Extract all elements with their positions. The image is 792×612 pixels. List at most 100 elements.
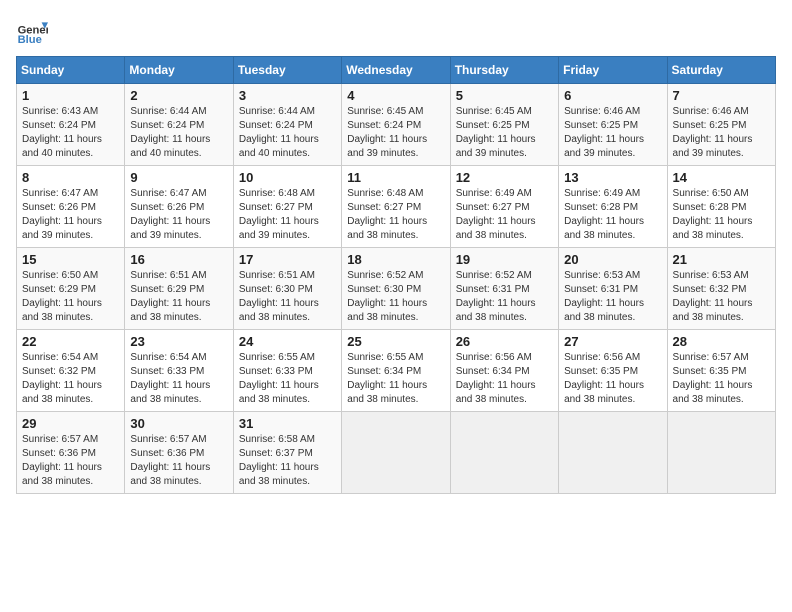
- day-info: Sunrise: 6:57 AMSunset: 6:35 PMDaylight:…: [673, 351, 770, 407]
- day-number: 30: [130, 416, 227, 431]
- day-number: 22: [22, 334, 119, 349]
- day-number: 14: [673, 170, 770, 185]
- weekday-header-wednesday: Wednesday: [342, 57, 450, 84]
- calendar-cell: 20 Sunrise: 6:53 AMSunset: 6:31 PMDaylig…: [559, 248, 667, 330]
- day-number: 28: [673, 334, 770, 349]
- day-info: Sunrise: 6:54 AMSunset: 6:33 PMDaylight:…: [130, 351, 227, 407]
- calendar-cell: 9 Sunrise: 6:47 AMSunset: 6:26 PMDayligh…: [125, 166, 233, 248]
- day-info: Sunrise: 6:55 AMSunset: 6:34 PMDaylight:…: [347, 351, 444, 407]
- day-number: 12: [456, 170, 553, 185]
- day-info: Sunrise: 6:47 AMSunset: 6:26 PMDaylight:…: [130, 187, 227, 243]
- calendar-cell: [342, 412, 450, 494]
- calendar-cell: 2 Sunrise: 6:44 AMSunset: 6:24 PMDayligh…: [125, 84, 233, 166]
- day-number: 15: [22, 252, 119, 267]
- day-info: Sunrise: 6:54 AMSunset: 6:32 PMDaylight:…: [22, 351, 119, 407]
- day-info: Sunrise: 6:52 AMSunset: 6:31 PMDaylight:…: [456, 269, 553, 325]
- calendar-cell: 28 Sunrise: 6:57 AMSunset: 6:35 PMDaylig…: [667, 330, 775, 412]
- day-number: 21: [673, 252, 770, 267]
- calendar-cell: 12 Sunrise: 6:49 AMSunset: 6:27 PMDaylig…: [450, 166, 558, 248]
- day-number: 4: [347, 88, 444, 103]
- calendar-cell: [559, 412, 667, 494]
- day-info: Sunrise: 6:53 AMSunset: 6:31 PMDaylight:…: [564, 269, 661, 325]
- calendar-cell: 25 Sunrise: 6:55 AMSunset: 6:34 PMDaylig…: [342, 330, 450, 412]
- day-info: Sunrise: 6:49 AMSunset: 6:27 PMDaylight:…: [456, 187, 553, 243]
- day-number: 6: [564, 88, 661, 103]
- day-info: Sunrise: 6:50 AMSunset: 6:28 PMDaylight:…: [673, 187, 770, 243]
- logo-icon: General Blue: [16, 16, 48, 48]
- day-number: 2: [130, 88, 227, 103]
- calendar-cell: 11 Sunrise: 6:48 AMSunset: 6:27 PMDaylig…: [342, 166, 450, 248]
- day-info: Sunrise: 6:57 AMSunset: 6:36 PMDaylight:…: [22, 433, 119, 489]
- day-info: Sunrise: 6:53 AMSunset: 6:32 PMDaylight:…: [673, 269, 770, 325]
- day-number: 24: [239, 334, 336, 349]
- day-number: 9: [130, 170, 227, 185]
- calendar-table: SundayMondayTuesdayWednesdayThursdayFrid…: [16, 56, 776, 494]
- calendar-cell: 5 Sunrise: 6:45 AMSunset: 6:25 PMDayligh…: [450, 84, 558, 166]
- day-number: 18: [347, 252, 444, 267]
- day-info: Sunrise: 6:45 AMSunset: 6:25 PMDaylight:…: [456, 105, 553, 161]
- calendar-cell: [667, 412, 775, 494]
- day-number: 31: [239, 416, 336, 431]
- day-info: Sunrise: 6:44 AMSunset: 6:24 PMDaylight:…: [239, 105, 336, 161]
- calendar-cell: 23 Sunrise: 6:54 AMSunset: 6:33 PMDaylig…: [125, 330, 233, 412]
- day-number: 29: [22, 416, 119, 431]
- day-number: 1: [22, 88, 119, 103]
- day-info: Sunrise: 6:47 AMSunset: 6:26 PMDaylight:…: [22, 187, 119, 243]
- calendar-cell: 24 Sunrise: 6:55 AMSunset: 6:33 PMDaylig…: [233, 330, 341, 412]
- calendar-cell: 27 Sunrise: 6:56 AMSunset: 6:35 PMDaylig…: [559, 330, 667, 412]
- day-info: Sunrise: 6:45 AMSunset: 6:24 PMDaylight:…: [347, 105, 444, 161]
- day-info: Sunrise: 6:43 AMSunset: 6:24 PMDaylight:…: [22, 105, 119, 161]
- day-number: 13: [564, 170, 661, 185]
- calendar-cell: 26 Sunrise: 6:56 AMSunset: 6:34 PMDaylig…: [450, 330, 558, 412]
- weekday-header-monday: Monday: [125, 57, 233, 84]
- calendar-cell: 13 Sunrise: 6:49 AMSunset: 6:28 PMDaylig…: [559, 166, 667, 248]
- calendar-cell: 7 Sunrise: 6:46 AMSunset: 6:25 PMDayligh…: [667, 84, 775, 166]
- calendar-cell: 10 Sunrise: 6:48 AMSunset: 6:27 PMDaylig…: [233, 166, 341, 248]
- page-header: General Blue: [16, 16, 776, 48]
- calendar-cell: 21 Sunrise: 6:53 AMSunset: 6:32 PMDaylig…: [667, 248, 775, 330]
- day-number: 5: [456, 88, 553, 103]
- day-info: Sunrise: 6:55 AMSunset: 6:33 PMDaylight:…: [239, 351, 336, 407]
- calendar-cell: 15 Sunrise: 6:50 AMSunset: 6:29 PMDaylig…: [17, 248, 125, 330]
- day-info: Sunrise: 6:48 AMSunset: 6:27 PMDaylight:…: [239, 187, 336, 243]
- day-info: Sunrise: 6:48 AMSunset: 6:27 PMDaylight:…: [347, 187, 444, 243]
- day-number: 3: [239, 88, 336, 103]
- calendar-cell: [450, 412, 558, 494]
- day-info: Sunrise: 6:56 AMSunset: 6:34 PMDaylight:…: [456, 351, 553, 407]
- calendar-cell: 19 Sunrise: 6:52 AMSunset: 6:31 PMDaylig…: [450, 248, 558, 330]
- day-info: Sunrise: 6:58 AMSunset: 6:37 PMDaylight:…: [239, 433, 336, 489]
- day-info: Sunrise: 6:44 AMSunset: 6:24 PMDaylight:…: [130, 105, 227, 161]
- calendar-cell: 30 Sunrise: 6:57 AMSunset: 6:36 PMDaylig…: [125, 412, 233, 494]
- calendar-cell: 31 Sunrise: 6:58 AMSunset: 6:37 PMDaylig…: [233, 412, 341, 494]
- weekday-header-tuesday: Tuesday: [233, 57, 341, 84]
- calendar-cell: 8 Sunrise: 6:47 AMSunset: 6:26 PMDayligh…: [17, 166, 125, 248]
- day-number: 27: [564, 334, 661, 349]
- weekday-header-thursday: Thursday: [450, 57, 558, 84]
- day-info: Sunrise: 6:46 AMSunset: 6:25 PMDaylight:…: [564, 105, 661, 161]
- day-number: 20: [564, 252, 661, 267]
- day-info: Sunrise: 6:50 AMSunset: 6:29 PMDaylight:…: [22, 269, 119, 325]
- calendar-cell: 29 Sunrise: 6:57 AMSunset: 6:36 PMDaylig…: [17, 412, 125, 494]
- calendar-cell: 4 Sunrise: 6:45 AMSunset: 6:24 PMDayligh…: [342, 84, 450, 166]
- calendar-cell: 22 Sunrise: 6:54 AMSunset: 6:32 PMDaylig…: [17, 330, 125, 412]
- logo: General Blue: [16, 16, 48, 48]
- day-number: 19: [456, 252, 553, 267]
- weekday-header-sunday: Sunday: [17, 57, 125, 84]
- day-number: 16: [130, 252, 227, 267]
- day-info: Sunrise: 6:52 AMSunset: 6:30 PMDaylight:…: [347, 269, 444, 325]
- day-number: 25: [347, 334, 444, 349]
- day-number: 7: [673, 88, 770, 103]
- day-info: Sunrise: 6:46 AMSunset: 6:25 PMDaylight:…: [673, 105, 770, 161]
- day-info: Sunrise: 6:56 AMSunset: 6:35 PMDaylight:…: [564, 351, 661, 407]
- calendar-cell: 16 Sunrise: 6:51 AMSunset: 6:29 PMDaylig…: [125, 248, 233, 330]
- day-info: Sunrise: 6:57 AMSunset: 6:36 PMDaylight:…: [130, 433, 227, 489]
- day-info: Sunrise: 6:51 AMSunset: 6:29 PMDaylight:…: [130, 269, 227, 325]
- calendar-cell: 17 Sunrise: 6:51 AMSunset: 6:30 PMDaylig…: [233, 248, 341, 330]
- day-number: 26: [456, 334, 553, 349]
- calendar-cell: 14 Sunrise: 6:50 AMSunset: 6:28 PMDaylig…: [667, 166, 775, 248]
- calendar-cell: 3 Sunrise: 6:44 AMSunset: 6:24 PMDayligh…: [233, 84, 341, 166]
- day-info: Sunrise: 6:49 AMSunset: 6:28 PMDaylight:…: [564, 187, 661, 243]
- calendar-cell: 1 Sunrise: 6:43 AMSunset: 6:24 PMDayligh…: [17, 84, 125, 166]
- day-number: 11: [347, 170, 444, 185]
- day-info: Sunrise: 6:51 AMSunset: 6:30 PMDaylight:…: [239, 269, 336, 325]
